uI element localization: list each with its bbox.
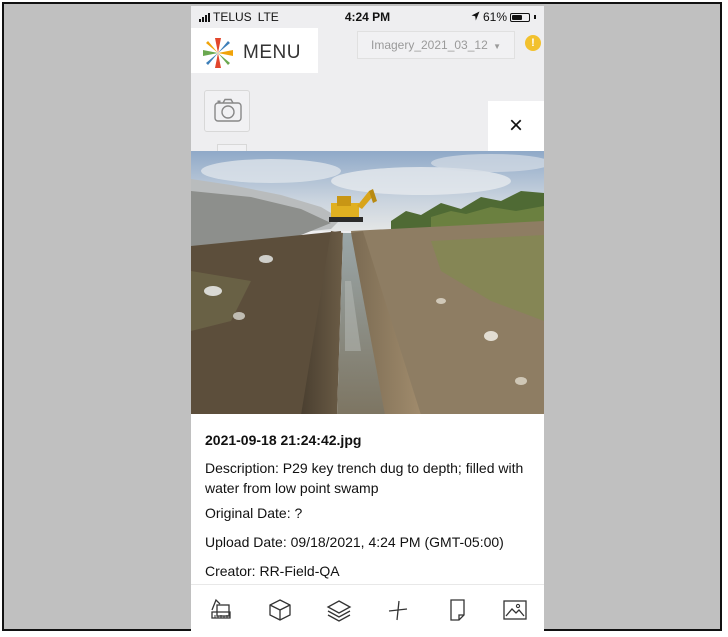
photo-filename: 2021-09-18 21:24:42.jpg xyxy=(205,432,362,448)
close-icon: × xyxy=(508,112,523,139)
image-tool-button[interactable] xyxy=(502,598,528,622)
3d-tool-button[interactable] xyxy=(267,598,293,622)
imagery-dropdown[interactable]: Imagery_2021_03_12 ▼ xyxy=(357,31,515,59)
bottom-toolbar xyxy=(191,584,544,637)
compass-icon xyxy=(388,600,408,621)
photo-description: Description: P29 key trench dug to depth… xyxy=(205,460,524,496)
caret-down-icon: ▼ xyxy=(493,42,502,51)
document-icon xyxy=(450,599,465,621)
phone-screen: TELUS LTE 4:24 PM 61% MENU Imagery_2021_… xyxy=(191,6,544,637)
battery-icon xyxy=(510,12,530,22)
battery-percent: 61% xyxy=(482,10,507,24)
menu-label: MENU xyxy=(243,42,301,63)
image-icon xyxy=(503,600,527,620)
trench-photo xyxy=(191,151,544,415)
menu-button[interactable]: MENU xyxy=(191,28,318,73)
status-bar: TELUS LTE 4:24 PM 61% xyxy=(191,6,544,28)
alert-icon[interactable]: ! xyxy=(525,35,541,51)
camera-icon xyxy=(214,98,242,122)
measure-icon xyxy=(211,598,231,619)
app-logo-icon xyxy=(203,38,233,68)
camera-button[interactable] xyxy=(204,90,250,132)
compass-tool-button[interactable] xyxy=(385,598,411,622)
cube-icon xyxy=(269,599,291,621)
battery-cap xyxy=(534,15,536,19)
photo-original-date: Original Date: ? xyxy=(205,505,303,521)
layers-tool-button[interactable] xyxy=(326,598,352,622)
close-button[interactable]: × xyxy=(488,101,544,153)
photo-info-panel: 2021-09-18 21:24:42.jpg Description: P29… xyxy=(191,414,544,584)
layers-icon xyxy=(326,600,352,622)
photo-creator: Creator: RR-Field-QA xyxy=(205,563,340,579)
location-arrow-icon xyxy=(471,10,480,24)
photo-upload-date: Upload Date: 09/18/2021, 4:24 PM (GMT-05… xyxy=(205,534,504,550)
battery-level xyxy=(512,14,522,20)
imagery-dropdown-value: Imagery_2021_03_12 xyxy=(370,38,488,52)
measure-tool-button[interactable] xyxy=(208,598,234,622)
document-tool-button[interactable] xyxy=(444,598,470,622)
